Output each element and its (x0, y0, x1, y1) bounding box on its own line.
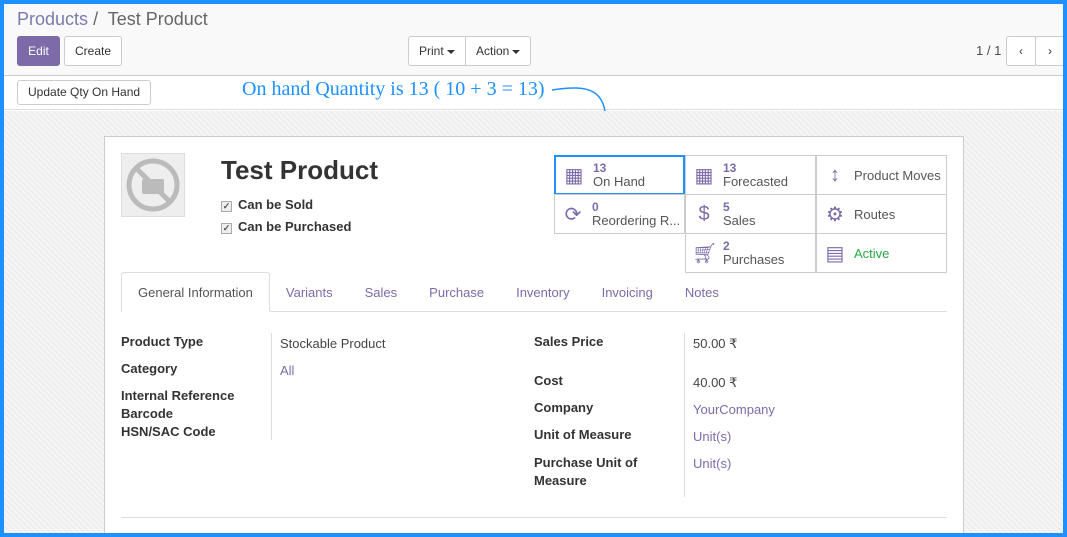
uom-label: Unit of Measure (534, 427, 632, 442)
product-image-placeholder[interactable] (121, 153, 185, 217)
archive-icon: ▤ (825, 242, 845, 265)
action-dropdown[interactable]: Action (465, 36, 532, 66)
purchase-uom-value[interactable]: Unit(s) (693, 456, 731, 471)
internal-reference-label: Internal Reference (121, 388, 235, 403)
sales-label: Sales (723, 212, 756, 228)
action-label: Action (476, 44, 510, 58)
pager-previous-button[interactable]: ‹ (1006, 36, 1036, 66)
forecasted-label: Forecasted (723, 173, 789, 189)
update-qty-button[interactable]: Update Qty On Hand (17, 80, 152, 105)
tab-sales[interactable]: Sales (349, 273, 414, 313)
breadcrumb-products[interactable]: Products (17, 9, 88, 29)
tab-purchase[interactable]: Purchase (413, 273, 500, 313)
tab-notes[interactable]: Notes (669, 273, 735, 313)
tab-general-information[interactable]: General Information (121, 272, 270, 312)
smart-button-forecasted[interactable]: ▦ 13 Forecasted (685, 155, 816, 195)
company-value[interactable]: YourCompany (693, 402, 775, 417)
divider (121, 517, 947, 518)
create-button[interactable]: Create (64, 36, 123, 66)
cost-value[interactable]: 40.00 ₹ (693, 375, 737, 391)
smart-button-product-moves[interactable]: ↕ Product Moves (816, 155, 947, 195)
pager-next-button[interactable]: › (1035, 36, 1063, 66)
sales-price-value[interactable]: 50.00 ₹ (693, 336, 737, 352)
tab-variants[interactable]: Variants (270, 273, 349, 313)
can-be-sold-checkbox[interactable]: ✓ Can be Sold (221, 197, 313, 212)
notebook-tabs: General Information Variants Sales Purchase… (121, 272, 947, 312)
cost-label: Cost (534, 373, 563, 388)
divider (684, 333, 685, 497)
cogs-icon: ⚙ (826, 203, 844, 226)
smart-button-sales[interactable]: $5 Sales (685, 194, 816, 234)
building-icon: ▦ (564, 164, 584, 187)
building-icon: ▦ (694, 164, 714, 187)
company-label: Company (534, 400, 594, 415)
annotation-text: On hand Quantity is 13 ( 10 + 3 = 13) (242, 78, 545, 100)
uom-value[interactable]: Unit(s) (693, 429, 731, 444)
can-be-sold-label: Can be Sold (238, 197, 314, 212)
refresh-icon: ⟳ (564, 203, 582, 226)
reordering-label: Reordering R... (592, 212, 681, 228)
smart-button-on-hand[interactable]: ▦ 13 On Hand (554, 155, 685, 195)
caret-down-icon (446, 49, 455, 54)
pager-value: 1 / 1 (976, 43, 1002, 58)
edit-button[interactable]: Edit (17, 36, 60, 66)
print-dropdown[interactable]: Print (408, 36, 466, 66)
on-hand-value: 13 (593, 160, 607, 175)
tab-invoicing[interactable]: Invoicing (586, 273, 669, 313)
category-value[interactable]: All (280, 363, 294, 378)
breadcrumb-separator: / (93, 9, 99, 29)
form-sheet: Test Product ✓ Can be Sold ✓ Can be Purcha… (104, 136, 964, 533)
forecasted-value: 13 (723, 160, 737, 175)
routes-label: Routes (854, 206, 896, 222)
sales-price-label: Sales Price (534, 334, 604, 349)
caret-down-icon (512, 49, 521, 54)
product-moves-label: Product Moves (854, 167, 941, 183)
dollar-icon: $ (698, 202, 710, 225)
arrows-v-icon: ↕ (830, 163, 840, 186)
smart-button-routes[interactable]: ⚙ Routes (816, 194, 947, 234)
odoo-window: Products / Test Product Edit Create Prin… (4, 4, 1063, 533)
tab-inventory[interactable]: Inventory (500, 273, 585, 313)
purchases-label: Purchases (723, 251, 785, 267)
product-name: Test Product (221, 155, 378, 185)
statusbar: Update Qty On Hand On hand Quantity is 1… (4, 76, 1063, 150)
purchase-uom-label: Purchase Unit of Measure (534, 455, 638, 488)
on-hand-label: On Hand (593, 173, 646, 189)
product-type-label: Product Type (121, 334, 204, 349)
control-panel: Products / Test Product Edit Create Prin… (4, 4, 1063, 76)
product-type-value[interactable]: Stockable Product (280, 336, 386, 351)
breadcrumb: Products / Test Product (17, 9, 208, 30)
smart-button-purchases[interactable]: 🛒︎ 2 Purchases (685, 233, 816, 273)
checkbox-icon: ✓ (221, 223, 232, 234)
category-label: Category (121, 361, 178, 376)
smart-button-active[interactable]: ▤ Active (816, 233, 947, 273)
divider (271, 333, 272, 440)
print-label: Print (419, 44, 444, 58)
checkbox-icon: ✓ (221, 201, 232, 212)
cart-icon: 🛒︎ (692, 242, 718, 265)
can-be-purchased-label: Can be Purchased (238, 219, 352, 234)
breadcrumb-current: Test Product (107, 9, 208, 29)
sales-value: 5 (723, 199, 730, 214)
hsn-code-label: HSN/SAC Code (121, 424, 216, 439)
barcode-label: Barcode (121, 406, 174, 421)
reordering-value: 0 (592, 199, 599, 214)
active-label: Active (854, 245, 890, 261)
can-be-purchased-checkbox[interactable]: ✓ Can be Purchased (221, 219, 351, 234)
no-camera-icon (126, 158, 180, 212)
purchases-value: 2 (723, 238, 730, 253)
smart-button-reordering-rules[interactable]: ⟳ 0 Reordering R... (554, 194, 685, 234)
